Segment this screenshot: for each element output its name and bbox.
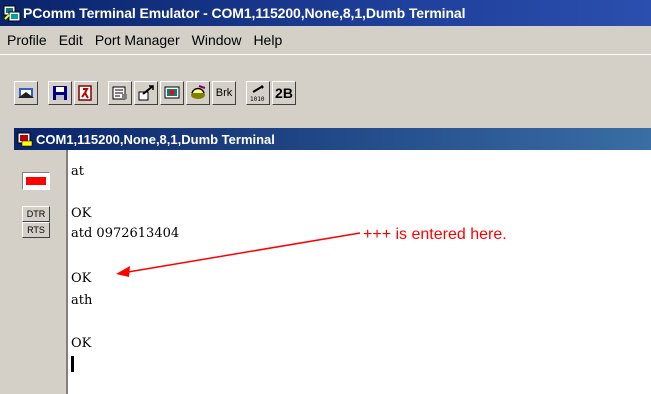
- menu-port-manager[interactable]: Port Manager: [89, 29, 186, 51]
- rts-signal[interactable]: RTS: [22, 222, 50, 238]
- dial-icon: [191, 85, 206, 99]
- connection-led: [22, 172, 50, 190]
- text-cursor: [71, 356, 74, 372]
- mode-button[interactable]: 2B: [272, 81, 296, 105]
- terminal-line: OK: [71, 336, 92, 351]
- svg-text:1010: 1010: [250, 96, 265, 102]
- menu-edit[interactable]: Edit: [53, 29, 89, 51]
- binary-icon: 1010: [250, 85, 265, 102]
- break-icon: Brk: [215, 87, 233, 99]
- properties-button[interactable]: [108, 81, 132, 105]
- app-window: PComm Terminal Emulator - COM1,115200,No…: [0, 0, 651, 394]
- led-indicator: [26, 177, 46, 185]
- terminal-output[interactable]: at OK atd 0972613404 OK ath OK: [66, 150, 651, 394]
- dial-button[interactable]: [186, 81, 210, 105]
- dtr-signal[interactable]: DTR: [22, 206, 50, 222]
- mode-icon: 2B: [275, 85, 293, 101]
- toolbar-strip: Brk 1010 2B: [14, 79, 298, 107]
- app-title: PComm Terminal Emulator - COM1,115200,No…: [23, 5, 466, 21]
- terminal-line: OK: [71, 206, 92, 221]
- menu-bar: Profile Edit Port Manager Window Help: [0, 26, 651, 55]
- menu-window[interactable]: Window: [186, 29, 248, 51]
- capture-icon: [164, 86, 180, 99]
- terminal-window: COM1,115200,None,8,1,Dumb Terminal DTR R…: [14, 128, 651, 394]
- terminal-line: atd 0972613404: [71, 226, 180, 241]
- terminal-line: at: [71, 164, 84, 179]
- properties-icon: [112, 86, 127, 100]
- capture-button[interactable]: [160, 81, 184, 105]
- annotation-text: +++ is entered here.: [363, 226, 507, 243]
- exit-button[interactable]: [74, 81, 98, 105]
- terminal-title-bar[interactable]: COM1,115200,None,8,1,Dumb Terminal: [14, 128, 651, 150]
- save-icon: [53, 86, 67, 100]
- break-button[interactable]: Brk: [212, 81, 236, 105]
- save-button[interactable]: [48, 81, 72, 105]
- terminal-line: ath: [71, 293, 93, 308]
- terminal-title: COM1,115200,None,8,1,Dumb Terminal: [36, 131, 275, 147]
- terminal-line: OK: [71, 271, 92, 286]
- menu-profile[interactable]: Profile: [0, 29, 53, 51]
- menu-help[interactable]: Help: [247, 29, 288, 51]
- binary-button[interactable]: 1010: [246, 81, 270, 105]
- app-icon: [3, 4, 21, 22]
- toolbar: Brk 1010 2B: [0, 55, 651, 125]
- transfer-button[interactable]: [134, 81, 158, 105]
- exit-icon: [78, 85, 92, 101]
- open-button[interactable]: [14, 81, 38, 105]
- status-panel: DTR RTS: [14, 150, 66, 394]
- terminal-window-icon: [17, 131, 33, 147]
- title-bar[interactable]: PComm Terminal Emulator - COM1,115200,No…: [0, 0, 651, 26]
- open-icon: [18, 88, 34, 98]
- transfer-icon: [138, 85, 154, 101]
